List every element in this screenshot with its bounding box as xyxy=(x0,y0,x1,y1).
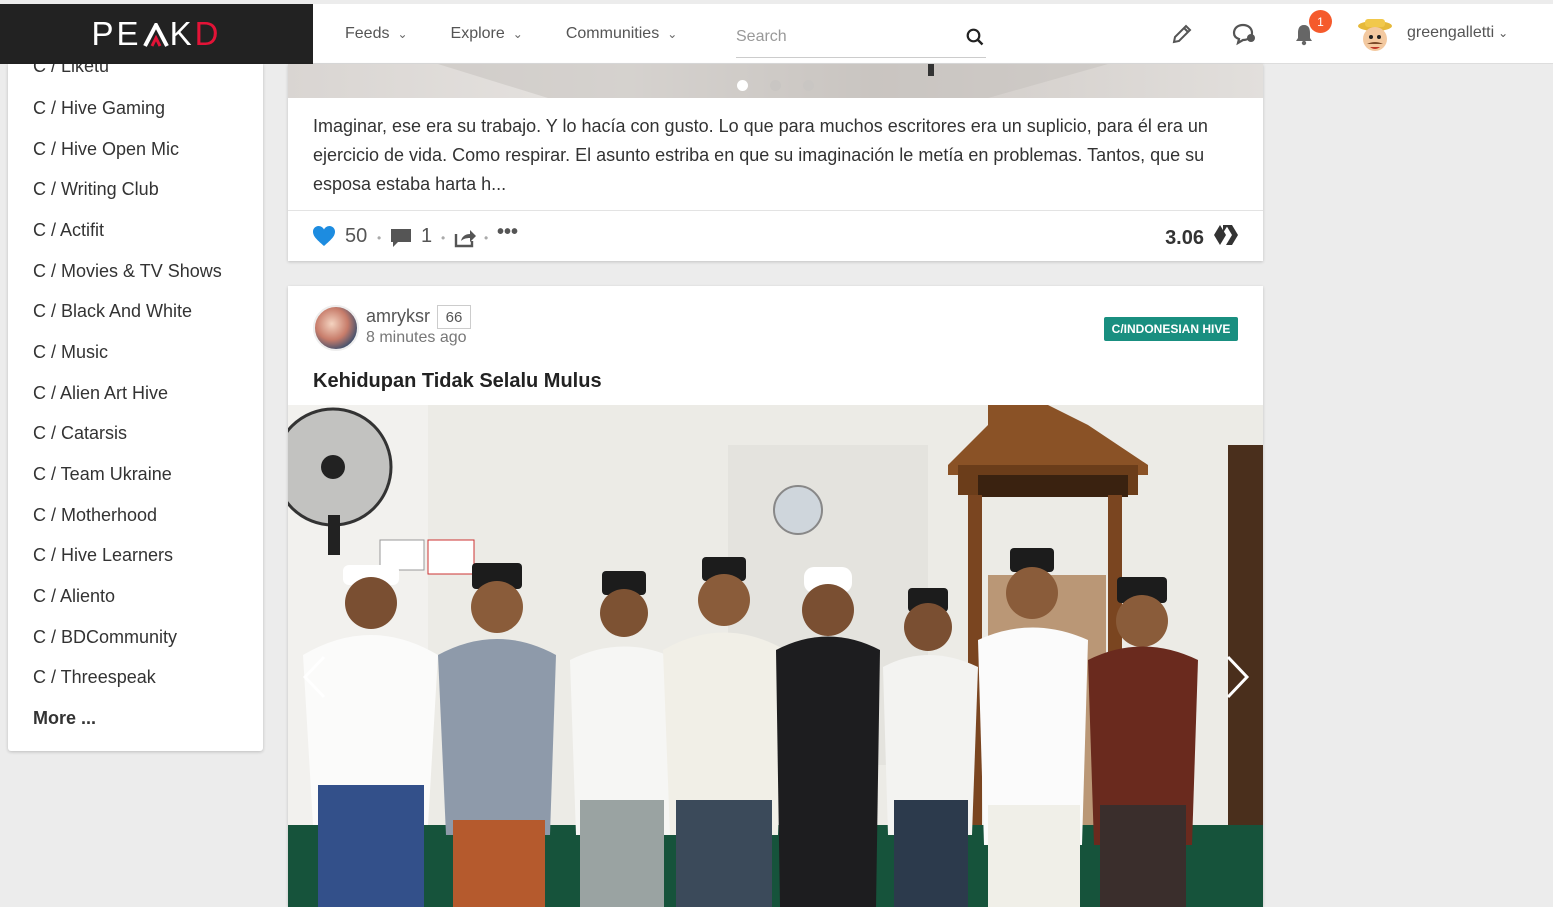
sidebar-item-actifit[interactable]: C / Actifit xyxy=(33,220,104,241)
nav-feeds[interactable]: Feeds ⌄ xyxy=(345,25,408,43)
chevron-down-icon: ⌄ xyxy=(512,27,523,41)
sidebar-item-bdcommunity[interactable]: C / BDCommunity xyxy=(33,627,177,648)
nav-feeds-label: Feeds xyxy=(345,25,390,42)
more-options-icon[interactable]: ••• xyxy=(497,221,518,244)
post-image-carousel[interactable] xyxy=(288,64,1263,98)
notification-badge: 1 xyxy=(1309,10,1332,33)
post-image[interactable] xyxy=(288,405,1263,907)
sidebar-item-movies-tv[interactable]: C / Movies & TV Shows xyxy=(33,261,222,282)
chevron-down-icon: ⌄ xyxy=(397,27,408,41)
carousel-next-arrow[interactable] xyxy=(1226,655,1250,704)
nav-explore-label: Explore xyxy=(450,25,505,42)
user-menu[interactable]: greengalletti ⌄ xyxy=(1407,24,1508,42)
nav-explore[interactable]: Explore ⌄ xyxy=(451,25,523,43)
separator-dot: • xyxy=(377,231,382,245)
user-avatar[interactable] xyxy=(1355,16,1395,56)
top-navbar: PEKD Feeds ⌄ Explore ⌄ Communities ⌄ 1 gree… xyxy=(0,4,1553,64)
sidebar-item-music[interactable]: C / Music xyxy=(33,342,108,363)
author-avatar[interactable] xyxy=(313,305,359,351)
sidebar-item-hive-gaming[interactable]: C / Hive Gaming xyxy=(33,98,165,119)
heart-icon[interactable] xyxy=(312,225,336,247)
sidebar-item-hive-learners[interactable]: C / Hive Learners xyxy=(33,545,173,566)
chat-icon[interactable] xyxy=(1231,22,1257,51)
peakd-logo[interactable]: PE KD xyxy=(0,4,313,64)
username-label: greengalletti xyxy=(1407,24,1495,41)
sidebar-more-link[interactable]: More ... xyxy=(33,708,96,729)
nav-communities[interactable]: Communities ⌄ xyxy=(566,25,677,43)
payout-value: 3.06 xyxy=(1165,226,1204,249)
main-nav: Feeds ⌄ Explore ⌄ Communities ⌄ xyxy=(345,4,720,64)
search-box xyxy=(736,16,986,58)
chevron-down-icon: ⌄ xyxy=(1498,26,1509,40)
separator-dot: • xyxy=(441,231,446,245)
nav-communities-label: Communities xyxy=(565,25,660,42)
separator-dot: • xyxy=(484,231,489,245)
sidebar-item-liketu[interactable]: C / Liketu xyxy=(33,64,109,77)
sidebar-item-catarsis[interactable]: C / Catarsis xyxy=(33,423,127,444)
sidebar-item-aliento[interactable]: C / Aliento xyxy=(33,586,115,607)
post-card: Imaginar, ese era su trabajo. Y lo hacía… xyxy=(288,64,1263,261)
community-tag[interactable]: C/INDONESIAN HIVE xyxy=(1104,317,1238,341)
carousel-prev-arrow[interactable] xyxy=(302,655,326,704)
hive-icon xyxy=(1214,224,1238,252)
search-icon[interactable] xyxy=(966,28,984,51)
sidebar-item-team-ukraine[interactable]: C / Team Ukraine xyxy=(33,464,172,485)
reputation-badge: 66 xyxy=(437,305,471,329)
post-card: amryksr 66 8 minutes ago C/INDONESIAN HI… xyxy=(288,286,1263,907)
author-name[interactable]: amryksr xyxy=(366,306,430,327)
carousel-dot[interactable] xyxy=(770,80,781,91)
sidebar-item-threespeak[interactable]: C / Threespeak xyxy=(33,667,156,688)
search-input[interactable] xyxy=(736,27,956,46)
pencil-icon[interactable] xyxy=(1170,22,1194,51)
share-icon[interactable] xyxy=(453,226,477,248)
chevron-down-icon: ⌄ xyxy=(667,27,678,41)
post-footer: 50 • 1 • • ••• 3.06 xyxy=(288,210,1263,261)
comment-icon[interactable] xyxy=(389,227,413,249)
comment-count[interactable]: 1 xyxy=(421,225,432,248)
sidebar-item-hive-open-mic[interactable]: C / Hive Open Mic xyxy=(33,139,179,160)
communities-sidebar: C / Liketu C / Hive Gaming C / Hive Open… xyxy=(8,64,263,751)
carousel-dot[interactable] xyxy=(803,80,814,91)
sidebar-item-writing-club[interactable]: C / Writing Club xyxy=(33,179,159,200)
post-excerpt[interactable]: Imaginar, ese era su trabajo. Y lo hacía… xyxy=(313,112,1243,199)
logo-text: PE KD xyxy=(91,15,222,52)
sidebar-item-alien-art-hive[interactable]: C / Alien Art Hive xyxy=(33,383,168,404)
vote-count[interactable]: 50 xyxy=(345,225,367,248)
sidebar-item-motherhood[interactable]: C / Motherhood xyxy=(33,505,157,526)
carousel-dot[interactable] xyxy=(737,80,748,91)
post-title[interactable]: Kehidupan Tidak Selalu Mulus xyxy=(313,370,602,393)
sidebar-item-black-and-white[interactable]: C / Black And White xyxy=(33,301,192,322)
post-timestamp[interactable]: 8 minutes ago xyxy=(366,329,467,347)
post-payout[interactable]: 3.06 xyxy=(1165,224,1238,252)
carousel-dots xyxy=(737,80,814,91)
